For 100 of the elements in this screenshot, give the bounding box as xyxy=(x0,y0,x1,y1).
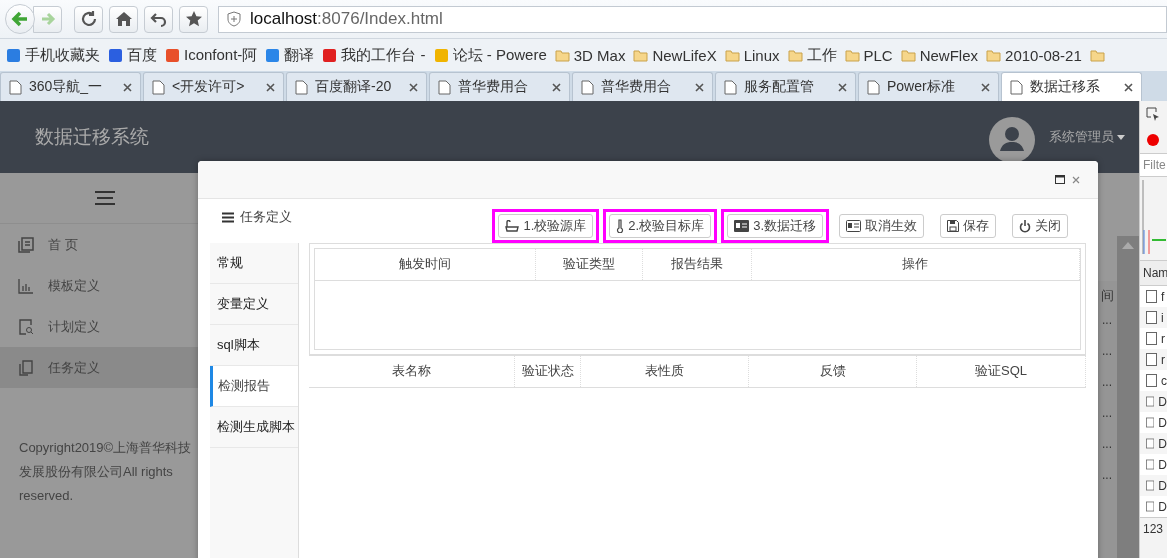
side-tab[interactable]: 常规 xyxy=(210,243,298,284)
page-icon xyxy=(581,79,594,95)
browser-tab[interactable]: 百度翻译-20 xyxy=(286,72,427,101)
toolbar-button[interactable]: 1.校验源库 xyxy=(492,209,600,243)
side-tab[interactable]: 检测报告 xyxy=(210,366,298,407)
home-icon xyxy=(114,10,133,28)
browser-tab[interactable]: <开发许可> xyxy=(143,72,284,101)
site-icon xyxy=(108,47,123,63)
folder-icon xyxy=(986,48,1002,62)
address-bar[interactable]: localhost:8076/Index.html xyxy=(218,5,1167,33)
bookmark[interactable]: NewFlex xyxy=(900,46,979,64)
column-header: 报告结果 xyxy=(643,249,752,280)
column-header: 操作 xyxy=(751,249,1080,280)
column-header: 表性质 xyxy=(581,356,749,387)
close-icon[interactable] xyxy=(266,82,275,92)
file-icon xyxy=(1146,353,1157,366)
forward-arrow-icon xyxy=(39,11,56,27)
bookmark[interactable]: 手机收藏夹 xyxy=(6,45,100,65)
browser-tab[interactable]: Power标准 xyxy=(858,72,999,101)
table-cell-text: ... xyxy=(1102,436,1112,453)
copyright-text: Copyright2019©上海普华科技发展股份有限公司All rights reserved. xyxy=(19,439,193,505)
bookmark[interactable]: 工作 xyxy=(787,45,837,65)
menu-icon[interactable] xyxy=(95,191,115,205)
maximize-icon[interactable] xyxy=(1055,175,1065,184)
file-icon xyxy=(1146,458,1155,471)
site-icon xyxy=(6,47,21,63)
bookmark[interactable]: 百度 xyxy=(108,45,157,65)
menu-item[interactable]: 首 页 xyxy=(0,224,210,265)
folder-icon xyxy=(633,48,649,62)
column-header: 验证类型 xyxy=(535,249,644,280)
browser-tab[interactable]: 数据迁移系 xyxy=(1001,72,1142,101)
power-icon xyxy=(1019,219,1031,233)
scrollbar[interactable] xyxy=(1117,236,1139,558)
user-menu[interactable]: 系统管理员 xyxy=(1049,128,1125,146)
request-row[interactable]: f xyxy=(1140,286,1167,307)
column-header: 触发时间 xyxy=(315,249,536,280)
reload-button[interactable] xyxy=(74,5,103,33)
caret-icon xyxy=(1117,134,1125,140)
request-row[interactable]: r xyxy=(1140,328,1167,349)
back-button[interactable] xyxy=(5,4,35,34)
browser-tab[interactable]: 普华费用合 xyxy=(429,72,570,101)
side-tab[interactable]: 变量定义 xyxy=(210,284,298,325)
section-title: 任务定义 xyxy=(240,208,292,226)
menu-item[interactable]: 模板定义 xyxy=(0,265,210,306)
close-icon[interactable] xyxy=(981,82,990,92)
request-row[interactable]: D xyxy=(1140,496,1167,517)
undo-button[interactable] xyxy=(144,5,173,33)
request-row[interactable]: c xyxy=(1140,370,1167,391)
close-icon[interactable] xyxy=(695,82,704,92)
bookmark-star-button[interactable] xyxy=(179,5,208,33)
bookmark[interactable]: 翻译 xyxy=(265,45,315,65)
bookmark[interactable]: 3D Max xyxy=(554,46,626,64)
bookmark[interactable]: 论坛 - Powere xyxy=(433,45,547,65)
close-icon[interactable] xyxy=(123,82,132,92)
browser-tab[interactable]: 普华费用合 xyxy=(572,72,713,101)
id-card-icon xyxy=(846,220,861,232)
bookmark[interactable]: 2010-08-21 xyxy=(986,46,1082,64)
menu-item[interactable]: 计划定义 xyxy=(0,306,210,347)
filter-field[interactable]: Filte xyxy=(1140,153,1167,177)
site-icon xyxy=(433,47,449,63)
bookmark[interactable]: PLC xyxy=(844,46,893,64)
browser-tab[interactable]: 服务配置管 xyxy=(715,72,856,101)
shield-icon xyxy=(227,11,241,27)
copy-icon xyxy=(18,359,34,376)
close-icon[interactable] xyxy=(838,82,847,92)
close-icon[interactable] xyxy=(1124,82,1133,92)
request-row[interactable]: D xyxy=(1140,454,1167,475)
record-icon[interactable] xyxy=(1146,133,1160,147)
bookmark[interactable]: Iconfont-阿 xyxy=(165,45,258,65)
close-icon[interactable] xyxy=(1072,175,1080,184)
column-header: 验证SQL xyxy=(917,356,1086,387)
file-icon xyxy=(1146,500,1155,513)
avatar-icon[interactable] xyxy=(989,117,1035,163)
page-icon xyxy=(9,79,22,95)
bar-chart-icon xyxy=(18,277,34,294)
status-text: 123 xyxy=(1140,517,1167,540)
table-cell-text: ... xyxy=(1102,467,1112,484)
page-icon xyxy=(1010,79,1023,95)
bookmark[interactable]: NewLifeX xyxy=(633,46,717,64)
page-icon xyxy=(438,79,451,95)
file-icon xyxy=(1146,311,1157,324)
toolbar-button[interactable]: 2.校验目标库 xyxy=(603,209,718,243)
close-icon[interactable] xyxy=(552,82,561,92)
document-icon xyxy=(18,236,34,253)
table-cell-text: ... xyxy=(1102,374,1112,391)
request-row[interactable]: D xyxy=(1140,412,1167,433)
table-cell-text: ... xyxy=(1102,312,1112,329)
bookmark[interactable]: 我的工作台 - xyxy=(322,45,426,65)
page-icon xyxy=(152,79,165,95)
toolbar-button[interactable]: 3.数据迁移 xyxy=(721,209,829,243)
bookmark[interactable]: Linux xyxy=(724,46,780,64)
bathtub-icon xyxy=(505,219,520,233)
close-icon[interactable] xyxy=(409,82,418,92)
document-search-icon xyxy=(18,318,34,335)
inspect-icon[interactable] xyxy=(1146,107,1160,121)
side-tab[interactable]: 检测生成脚本 xyxy=(210,407,298,448)
browser-tab[interactable]: 360导航_一 xyxy=(0,72,141,101)
file-icon xyxy=(1146,395,1155,408)
home-button[interactable] xyxy=(109,5,138,33)
file-icon xyxy=(1146,479,1155,492)
